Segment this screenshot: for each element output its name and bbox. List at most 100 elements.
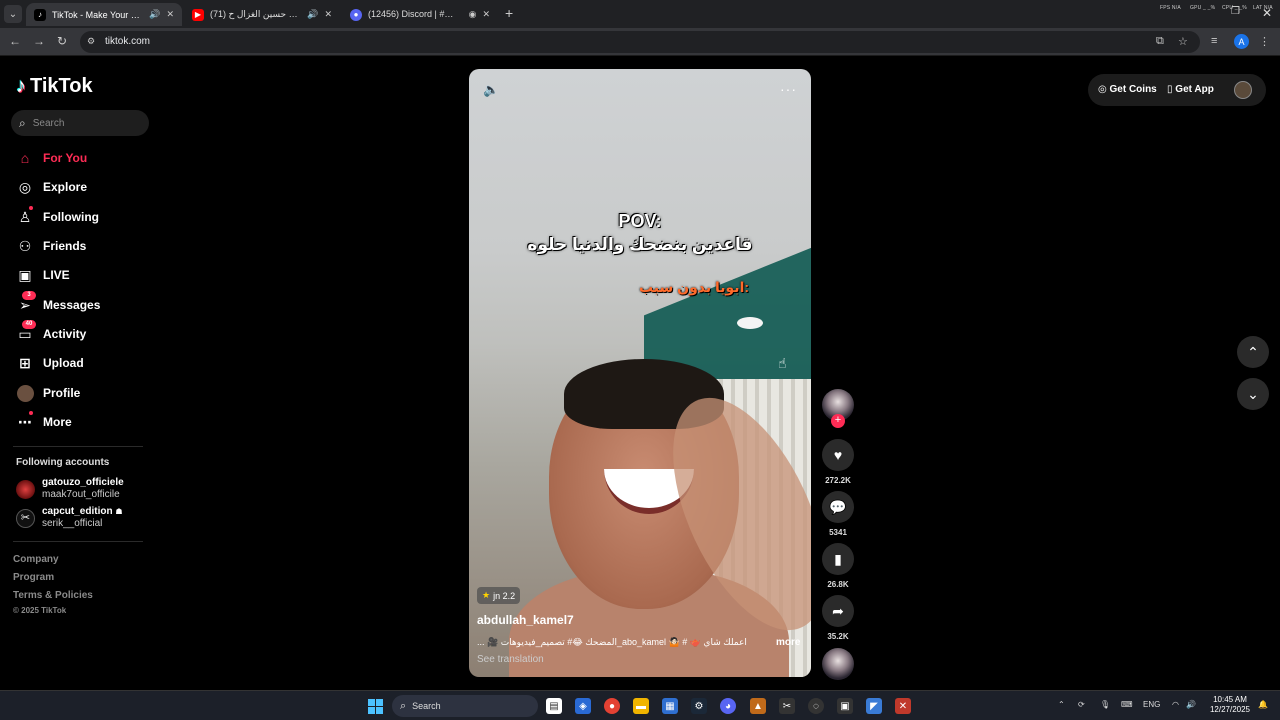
sidebar-item-messages[interactable]: ➢ 3 Messages [16, 290, 100, 315]
tab-youtube[interactable]: ▶ (71) ريمكس حسين الغزال ح... 🔊 ✕ [184, 3, 340, 26]
chrome-icon[interactable]: ● [604, 698, 620, 714]
taskbar-search[interactable]: ⌕ Search [392, 695, 538, 717]
sidebar-item-friends[interactable]: ⚇ Friends [16, 236, 87, 256]
description-more-link[interactable]: more [776, 637, 800, 648]
app-icon[interactable]: ▲ [750, 698, 766, 714]
sidebar-item-upload[interactable]: ⊞ Upload [16, 353, 84, 373]
tab-close-icon[interactable]: ✕ [166, 9, 174, 20]
avatar [16, 384, 34, 402]
tiktok-logo[interactable]: ♪ TikTok [16, 75, 93, 98]
video-description: اعملك شاي 🫖 # 🤷🏻 abo_kamel_المضحك 😂# تصم… [477, 637, 747, 647]
app-icon[interactable]: ▣ [837, 698, 853, 714]
keyboard-icon[interactable]: ⌨ [1121, 700, 1133, 709]
save-count: 26.8K [827, 580, 849, 589]
url-text[interactable]: tiktok.com [105, 36, 150, 47]
screen: { "browser": { "tabs": [ {"title": "TikT… [0, 0, 1280, 720]
sidebar-item-live[interactable]: ▣ LIVE [16, 265, 70, 285]
reload-icon[interactable]: ↻ [57, 34, 67, 48]
footer-link-company[interactable]: Company [13, 554, 59, 565]
avatar[interactable] [1234, 81, 1252, 99]
address-bar[interactable]: ⚙ tiktok.com [80, 31, 1200, 53]
tab-close-icon[interactable]: ✕ [482, 9, 490, 20]
clock[interactable]: 10:45 AM 12/27/2025 [1206, 695, 1254, 715]
video-player[interactable]: POV: قاعدين بنضحك والدنيا حلوه ابويا بدو… [469, 69, 811, 677]
effect-tag[interactable]: ★ jn 2.2 [477, 587, 521, 604]
sidebar-item-more[interactable]: ⋯ More [16, 410, 72, 432]
file-explorer-icon[interactable]: ▬ [633, 698, 649, 714]
app-icon[interactable]: ✕ [895, 698, 911, 714]
sidebar-item-following[interactable]: ♙ Following [16, 205, 99, 227]
copilot-icon[interactable]: ◈ [575, 698, 591, 714]
search-input[interactable]: ⌕ Search [11, 110, 149, 136]
heart-icon[interactable]: ♥ [822, 439, 854, 471]
follow-plus-icon[interactable]: + [831, 414, 845, 428]
sync-icon[interactable]: ⟳ [1078, 700, 1085, 709]
discord-icon[interactable]: ◕ [720, 698, 736, 714]
close-window-icon[interactable]: ✕ [1262, 6, 1272, 20]
footer-link-terms[interactable]: Terms & Policies [13, 590, 93, 601]
wifi-icon[interactable]: ◠ [1172, 700, 1179, 709]
sidebar-item-activity[interactable]: ▭ 40 Activity [16, 319, 87, 344]
comment-action[interactable]: 💬 5341 [818, 491, 858, 537]
install-app-icon[interactable]: ⧉ [1156, 35, 1164, 48]
tab-search-chevron-icon[interactable]: ⌄ [4, 5, 22, 23]
restore-window-icon[interactable]: ❐ [1231, 6, 1240, 17]
notification-dot [29, 205, 33, 210]
get-app-button[interactable]: ▯ Get App [1167, 84, 1214, 95]
sidebar-item-explore[interactable]: ◎ Explore [16, 177, 87, 197]
tab-close-icon[interactable]: ✕ [324, 9, 332, 20]
music-disc-avatar[interactable] [822, 648, 854, 680]
video-author[interactable]: abdullah_kamel7 [477, 613, 574, 627]
volume-icon[interactable]: 🔈 [483, 82, 499, 98]
following-account[interactable]: gatouzo_officiele maak7out_officile [16, 477, 124, 501]
comment-icon[interactable]: 💬 [822, 491, 854, 523]
more-options-icon[interactable]: ··· [780, 81, 797, 97]
language-indicator[interactable]: ENG [1143, 700, 1160, 709]
chevron-up-icon[interactable]: ⌃ [1058, 700, 1065, 709]
app-icon[interactable]: ◌ [808, 698, 824, 714]
microphone-icon[interactable]: 🎙 [1100, 700, 1110, 709]
sidebar-item-for-you[interactable]: ⌂ For You [16, 148, 87, 168]
save-action[interactable]: ▮ 26.8K [818, 543, 858, 589]
browser-profile-avatar[interactable]: A [1234, 34, 1249, 49]
following-accounts-heading: Following accounts [16, 457, 110, 468]
effect-label: jn 2.2 [493, 590, 516, 601]
discord-icon: ● [350, 8, 362, 21]
capcut-icon[interactable]: ✂ [779, 698, 795, 714]
following-account[interactable]: ✂ capcut_edition ☗ serik__official [16, 506, 123, 530]
like-action[interactable]: ♥ 272.2K [818, 439, 858, 485]
back-arrow-icon[interactable]: ← [9, 34, 21, 48]
steam-icon[interactable]: ⚙ [691, 698, 707, 714]
browser-menu-icon[interactable]: ⋮ [1259, 35, 1270, 48]
gpu-indicator: GPU _ _% [1190, 5, 1216, 11]
following-icon: ♙ [16, 205, 34, 226]
file-icon[interactable]: ▤ [546, 698, 562, 714]
get-coins-button[interactable]: ◎ Get Coins [1098, 84, 1157, 95]
volume-icon[interactable]: 🔊 [1186, 700, 1196, 709]
next-video-button[interactable]: ⌄ [1237, 378, 1269, 410]
notification-bell-icon[interactable]: 🔔 [1258, 700, 1268, 709]
bookmark-star-icon[interactable]: ☆ [1178, 35, 1188, 48]
speaker-icon[interactable]: 🔊 [307, 9, 318, 20]
forward-arrow-icon[interactable]: → [33, 34, 45, 48]
see-translation-link[interactable]: See translation [477, 654, 544, 665]
sidebar-item-label: LIVE [43, 268, 70, 282]
clock-date: 12/27/2025 [1209, 705, 1251, 714]
speaker-icon[interactable]: 🔊 [149, 9, 160, 20]
new-tab-button[interactable]: + [505, 5, 513, 21]
sidebar-item-profile[interactable]: Profile [16, 383, 80, 403]
previous-video-button[interactable]: ⌃ [1237, 336, 1269, 368]
share-action[interactable]: ➦ 35.2K [818, 595, 858, 641]
media-controls-icon[interactable]: ≡ [1211, 35, 1217, 47]
footer-link-program[interactable]: Program [13, 572, 54, 583]
tab-discord[interactable]: ● (12456) Discord | #😊 - ... ◉ ✕ [342, 3, 498, 26]
site-info-icon[interactable]: ⚙ [87, 36, 98, 47]
share-icon[interactable]: ➦ [822, 595, 854, 627]
bookmark-icon[interactable]: ▮ [822, 543, 854, 575]
tab-tiktok[interactable]: ♪ TikTok - Make Your Day 🔊 ✕ [26, 3, 182, 26]
sidebar-item-label: Activity [43, 327, 87, 341]
app-icon[interactable]: ◤ [866, 698, 882, 714]
windows-start-icon[interactable] [367, 698, 383, 714]
store-icon[interactable]: ▦ [662, 698, 678, 714]
effect-icon: ★ [482, 590, 491, 600]
